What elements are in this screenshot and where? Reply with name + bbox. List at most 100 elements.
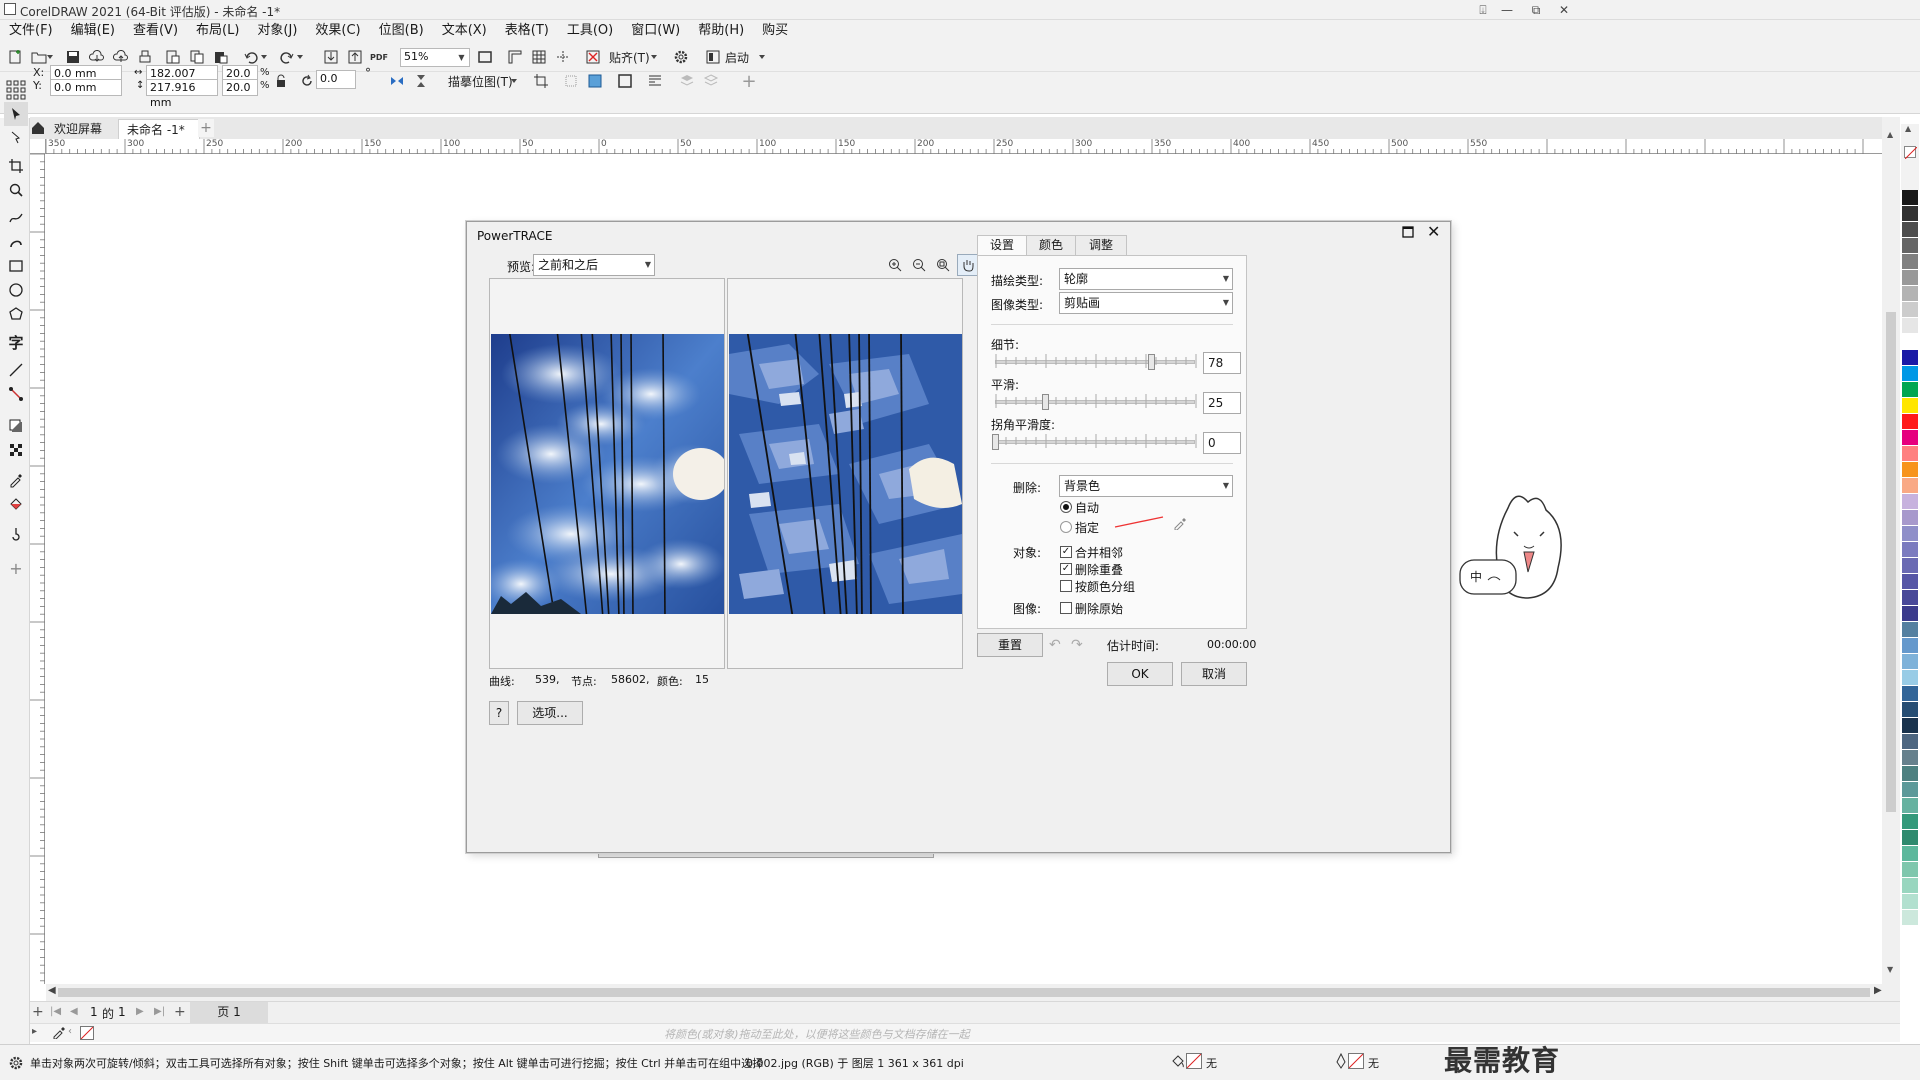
new-document-icon[interactable] (4, 46, 26, 68)
menu-item[interactable]: 位图(B) (370, 20, 433, 42)
horizontal-scrollbar[interactable]: ◀ ▶ (46, 984, 1900, 1001)
interactive-fill-tool-icon[interactable] (4, 492, 28, 516)
close-dialog-icon[interactable]: ✕ (1427, 224, 1443, 240)
color-palette[interactable] (1900, 190, 1920, 970)
mirror-vertical-icon[interactable] (410, 70, 432, 92)
smoothing-input[interactable]: 25 (1203, 392, 1241, 414)
show-grid-icon[interactable] (528, 46, 550, 68)
palette-swatch[interactable] (1902, 430, 1918, 446)
undo-dropdown-icon[interactable] (258, 46, 270, 68)
palette-swatch[interactable] (1902, 574, 1918, 590)
palette-swatch[interactable] (1902, 846, 1918, 862)
palette-swatch[interactable] (1902, 494, 1918, 510)
rotation-input[interactable]: 0.0 (316, 70, 356, 89)
scroll-right-icon[interactable]: ▶ (1874, 985, 1882, 996)
home-icon[interactable] (31, 121, 45, 135)
palette-swatch[interactable] (1902, 862, 1918, 878)
menu-item[interactable]: 文件(F) (0, 20, 62, 42)
outline-pen-icon[interactable] (1334, 1053, 1348, 1069)
palette-swatch[interactable] (1902, 558, 1918, 574)
tab-document[interactable]: 未命名 -1* (118, 119, 200, 139)
publish-pdf-icon[interactable]: PDF (368, 46, 390, 68)
close-window-button[interactable]: ✕ (1549, 0, 1579, 20)
remove-select[interactable]: 背景色 ▼ (1059, 475, 1233, 497)
remove-original-checkbox[interactable] (1060, 602, 1072, 614)
connector-tool-icon[interactable] (4, 382, 28, 406)
auto-radio[interactable] (1060, 501, 1072, 513)
show-rulers-icon[interactable] (504, 46, 526, 68)
page-tab[interactable]: 页 1 (190, 1002, 268, 1023)
menu-item[interactable]: 编辑(E) (62, 20, 124, 42)
shape-tool-icon[interactable] (4, 126, 28, 150)
palette-swatch[interactable] (1902, 318, 1918, 334)
scroll-left-icon[interactable]: ◀ (48, 985, 56, 996)
smoothing-slider-thumb[interactable] (1042, 394, 1049, 410)
new-tab-icon[interactable]: + (198, 119, 214, 137)
palette-swatch[interactable] (1902, 254, 1918, 270)
palette-swatch[interactable] (1902, 894, 1918, 910)
palette-swatch[interactable] (1902, 238, 1918, 254)
restore-button[interactable]: ⧉ (1521, 0, 1551, 20)
resample-icon[interactable] (560, 70, 582, 92)
options-button[interactable]: 选项... (517, 701, 583, 725)
add-property-icon[interactable]: + (738, 70, 760, 92)
add-page-before-icon[interactable]: + (32, 1004, 44, 1020)
palette-swatch[interactable] (1902, 478, 1918, 494)
fill-bucket-icon[interactable] (1170, 1053, 1186, 1069)
merge-adjacent-checkbox[interactable]: ✓ (1060, 546, 1072, 558)
maximize-dialog-icon[interactable] (1401, 225, 1415, 239)
scroll-thumb[interactable] (1886, 312, 1896, 812)
detail-slider-thumb[interactable] (1148, 354, 1155, 370)
y-position-input[interactable]: 0.0 mm (50, 79, 122, 96)
corner-input[interactable]: 0 (1203, 432, 1241, 454)
pan-hand-icon[interactable] (957, 254, 979, 276)
palette-swatch[interactable] (1902, 686, 1918, 702)
before-preview-pane[interactable] (489, 278, 725, 669)
pick-tool-icon[interactable] (4, 102, 28, 126)
menu-item[interactable]: 效果(C) (306, 20, 369, 42)
options-gear-icon[interactable] (670, 46, 692, 68)
first-page-icon[interactable]: |◀ (50, 1006, 61, 1017)
h-scroll-thumb[interactable] (58, 988, 1870, 997)
palette-swatch[interactable] (1902, 702, 1918, 718)
menu-item[interactable]: 查看(V) (124, 20, 187, 42)
zoom-in-icon[interactable] (887, 257, 903, 273)
no-color-swatch[interactable] (80, 1026, 94, 1040)
rotate-icon[interactable] (296, 70, 318, 92)
prev-page-icon[interactable]: ◀ (70, 1006, 78, 1017)
snap-dropdown-icon[interactable] (648, 46, 660, 68)
import-icon[interactable] (320, 46, 342, 68)
launch-label[interactable]: 启动 (725, 49, 749, 66)
launch-dropdown-icon[interactable] (756, 46, 768, 68)
menu-item[interactable]: 表格(T) (496, 20, 558, 42)
menu-item[interactable]: 布局(L) (187, 20, 248, 42)
zoom-fit-icon[interactable] (935, 257, 951, 273)
help-button[interactable]: ? (489, 701, 509, 725)
palette-swatch[interactable] (1902, 606, 1918, 622)
zoom-level-combo[interactable]: 51% ▼ (400, 48, 470, 67)
snap-off-icon[interactable] (582, 46, 604, 68)
outline-color-swatch[interactable] (1348, 1053, 1364, 1069)
cancel-button[interactable]: 取消 (1181, 662, 1247, 686)
to-back-icon[interactable] (700, 70, 722, 92)
palette-swatch[interactable] (1902, 638, 1918, 654)
transparency-tool-icon[interactable] (4, 438, 28, 462)
menu-item[interactable]: 文本(X) (433, 20, 496, 42)
palette-swatch[interactable] (1902, 718, 1918, 734)
trace-dropdown-icon[interactable] (508, 70, 520, 92)
wrap-text-icon[interactable] (644, 70, 666, 92)
tab-adjust[interactable]: 调整 (1075, 235, 1127, 255)
color-eyedropper-icon[interactable] (52, 1025, 66, 1039)
bitmap-color-mask-icon[interactable] (584, 70, 606, 92)
height-input[interactable]: 217.916 mm (146, 79, 218, 109)
edit-bitmap-icon[interactable] (614, 70, 636, 92)
palette-swatch[interactable] (1902, 350, 1918, 366)
palette-swatch[interactable] (1902, 462, 1918, 478)
drop-shadow-tool-icon[interactable] (4, 414, 28, 438)
eyedropper-tool-icon[interactable] (4, 468, 28, 492)
add-tool-icon[interactable]: + (4, 556, 28, 580)
palette-swatch[interactable] (1902, 670, 1918, 686)
detail-input[interactable]: 78 (1203, 352, 1241, 374)
export-icon[interactable] (344, 46, 366, 68)
palette-swatch[interactable] (1902, 510, 1918, 526)
